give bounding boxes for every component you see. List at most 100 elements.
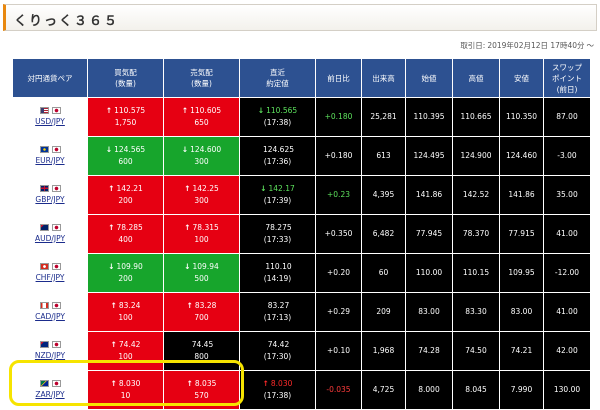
bid-price-sub: 1,750 <box>114 118 137 127</box>
bid-price-value: 142.21 <box>116 184 143 193</box>
currency-pair-link[interactable]: AUD/JPY <box>35 234 65 243</box>
bid-price-arrow-icon: ↑ <box>110 379 117 388</box>
currency-pair-cell[interactable]: GBP/JPY <box>12 175 88 215</box>
volume: 4,395 <box>361 175 406 215</box>
flag-jp-icon <box>51 340 61 348</box>
currency-pair-cell[interactable]: NZD/JPY <box>12 331 88 371</box>
ask-price-sub: 700 <box>194 313 209 322</box>
currency-pair-cell[interactable]: AUD/JPY <box>12 214 88 254</box>
open-price: 141.86 <box>405 175 453 215</box>
last-price: ↓ 110.565 (17:38) <box>239 97 316 137</box>
last-price-time: (17:38) <box>263 391 292 400</box>
last-price-value: 83.27 <box>267 301 290 310</box>
ask-price-value: 78.315 <box>192 223 219 232</box>
low-price: 124.460 <box>499 136 544 176</box>
currency-pair-link[interactable]: CHF/JPY <box>36 273 65 282</box>
bid-price-value: 8.030 <box>118 379 141 388</box>
daily-change: +0.10 <box>315 331 362 371</box>
flag-au-icon <box>39 223 49 231</box>
daily-change: +0.180 <box>315 97 362 137</box>
daily-change-value: +0.350 <box>324 229 353 238</box>
open-price: 110.395 <box>405 97 453 137</box>
last-price-value: 110.10 <box>265 262 292 271</box>
ask-price[interactable]: ↑ 110.605 650 <box>163 97 240 137</box>
ask-price[interactable]: ↑ 78.315 100 <box>163 214 240 254</box>
last-price-value: 78.275 <box>265 223 292 232</box>
currency-pair-cell[interactable]: CHF/JPY <box>12 253 88 293</box>
table-row: CHF/JPY ↓ 109.90 200 ↓ 109.94 500 110.10 (14:19)… <box>12 253 591 293</box>
daily-change-value: +0.180 <box>324 112 353 121</box>
high-price: 78.370 <box>452 214 500 254</box>
ask-price-value: 109.94 <box>192 262 219 271</box>
open-price: 8.000 <box>405 370 453 410</box>
daily-change: +0.20 <box>315 253 362 293</box>
ask-price[interactable]: ↑ 83.28 700 <box>163 292 240 332</box>
open-price: 77.945 <box>405 214 453 254</box>
currency-pair-link[interactable]: CAD/JPY <box>35 312 65 321</box>
swap-points: 42.00 <box>543 331 591 371</box>
ask-price-sub: 300 <box>194 196 209 205</box>
bid-price-value: 83.24 <box>118 301 141 310</box>
open-price: 83.00 <box>405 292 453 332</box>
open-price: 110.00 <box>405 253 453 293</box>
currency-pair-link[interactable]: NZD/JPY <box>35 351 65 360</box>
high-price: 8.045 <box>452 370 500 410</box>
daily-change: +0.29 <box>315 292 362 332</box>
ask-price-sub: 500 <box>194 274 209 283</box>
currency-pair-link[interactable]: EUR/JPY <box>35 156 64 165</box>
high-price: 74.50 <box>452 331 500 371</box>
volume: 209 <box>361 292 406 332</box>
ask-price[interactable]: ↑ 142.25 300 <box>163 175 240 215</box>
last-price-time: (17:33) <box>263 235 292 244</box>
flag-jp-icon <box>51 223 61 231</box>
bid-price[interactable]: ↑ 142.21 200 <box>87 175 164 215</box>
ask-price-sub: 100 <box>194 235 209 244</box>
ask-price-value: 142.25 <box>192 184 219 193</box>
ask-price-sub: 650 <box>194 118 209 127</box>
bid-price[interactable]: ↑ 78.285 400 <box>87 214 164 254</box>
bid-price-arrow-icon: ↓ <box>105 145 113 154</box>
ask-price[interactable]: ↓ 109.94 500 <box>163 253 240 293</box>
currency-pair-link[interactable]: ZAR/JPY <box>35 390 64 399</box>
currency-pair-cell[interactable]: CAD/JPY <box>12 292 88 332</box>
ask-price[interactable]: 74.45 800 <box>163 331 240 371</box>
ask-price[interactable]: ↓ 124.600 300 <box>163 136 240 176</box>
currency-pair-cell[interactable]: USD/JPY <box>12 97 88 137</box>
last-price: 74.42 (17:30) <box>239 331 316 371</box>
currency-pair-cell[interactable]: ZAR/JPY <box>12 370 88 410</box>
daily-change: +0.180 <box>315 136 362 176</box>
table-row: NZD/JPY ↑ 74.42 100 74.45 800 74.42 (17:30) +0.1… <box>12 331 591 371</box>
ask-price[interactable]: ↑ 8.035 570 <box>163 370 240 410</box>
currency-pair-link[interactable]: GBP/JPY <box>35 195 64 204</box>
bid-price[interactable]: ↑ 83.24 100 <box>87 292 164 332</box>
ask-price-sub: 570 <box>194 391 209 400</box>
bid-price[interactable]: ↑ 74.42 100 <box>87 331 164 371</box>
bid-price[interactable]: ↑ 110.575 1,750 <box>87 97 164 137</box>
bid-price-sub: 100 <box>118 313 133 322</box>
bid-price[interactable]: ↑ 8.030 10 <box>87 370 164 410</box>
high-price: 110.665 <box>452 97 500 137</box>
table-row: AUD/JPY ↑ 78.285 400 ↑ 78.315 100 78.275 (17:33)… <box>12 214 591 254</box>
last-price-value: 124.625 <box>262 145 294 154</box>
trade-date-label: 取引日: <box>460 41 486 50</box>
daily-change-value: -0.035 <box>326 385 351 394</box>
daily-change-value: +0.20 <box>327 268 350 277</box>
last-price-time: (17:13) <box>263 313 292 322</box>
bid-price[interactable]: ↓ 109.90 200 <box>87 253 164 293</box>
last-price-time: (14:19) <box>263 274 292 283</box>
column-header-change: 前日比 <box>315 58 362 98</box>
flag-za-icon <box>39 379 49 387</box>
daily-change: -0.035 <box>315 370 362 410</box>
bid-price[interactable]: ↓ 124.565 600 <box>87 136 164 176</box>
high-price: 110.15 <box>452 253 500 293</box>
bid-price-arrow-icon: ↑ <box>108 223 115 232</box>
column-header-pair: 対円通貨ペア <box>12 58 88 98</box>
currency-pair-cell[interactable]: EUR/JPY <box>12 136 88 176</box>
ask-price-value: 83.28 <box>194 301 217 310</box>
last-price-value: 110.565 <box>266 106 298 115</box>
column-header-buy: 買気配 (数量) <box>87 58 164 98</box>
bid-price-value: 124.565 <box>114 145 146 154</box>
last-price-time: (17:36) <box>263 157 292 166</box>
low-price: 83.00 <box>499 292 544 332</box>
currency-pair-link[interactable]: USD/JPY <box>35 117 65 126</box>
